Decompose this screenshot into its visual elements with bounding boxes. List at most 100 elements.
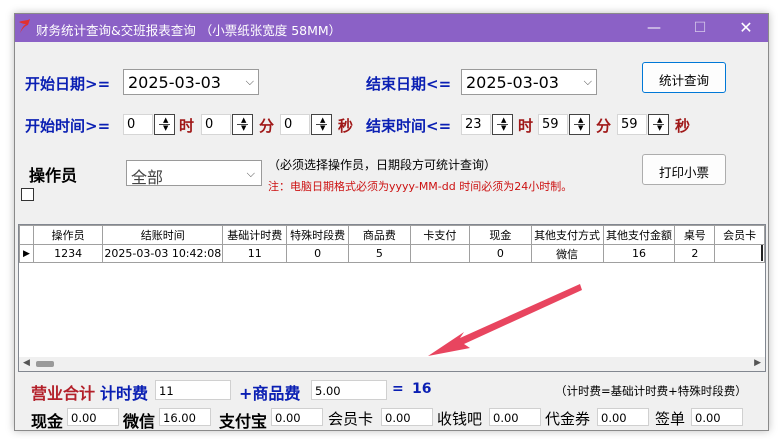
- wechat-label: 微信: [123, 412, 156, 431]
- end-hour-spinner[interactable]: ▲ ▼: [492, 114, 513, 135]
- column-header[interactable]: 结账时间: [102, 225, 224, 245]
- column-header[interactable]: 基础计时费: [222, 225, 288, 245]
- alipay-label: 支付宝: [219, 412, 268, 431]
- table-cell[interactable]: 1234: [32, 244, 104, 263]
- end-hour-input[interactable]: 23: [461, 114, 491, 135]
- column-header[interactable]: 其他支付方式: [530, 225, 604, 245]
- start-date-picker[interactable]: 2025-03-03 ⌵: [123, 69, 259, 95]
- shouqianba-field[interactable]: 0.00: [489, 408, 541, 426]
- table-cell[interactable]: 5: [348, 244, 411, 263]
- maximize-button[interactable]: ☐: [677, 14, 723, 42]
- end-minute-spinner[interactable]: ▲ ▼: [569, 114, 590, 135]
- query-button[interactable]: 统计查询: [642, 62, 726, 93]
- scroll-thumb[interactable]: [36, 361, 54, 367]
- start-date-value: 2025-03-03: [128, 73, 221, 92]
- alipay-field[interactable]: 0.00: [271, 408, 323, 426]
- chevron-down-icon: ⌵: [246, 167, 255, 180]
- column-header[interactable]: 操作员: [32, 225, 104, 245]
- column-header[interactable]: 会员卡: [714, 225, 765, 245]
- end-date-value: 2025-03-03: [466, 73, 559, 92]
- client-area: 开始日期>= 2025-03-03 ⌵ 结束日期<= 2025-03-03 ⌵ …: [15, 42, 768, 431]
- second-unit: 秒: [675, 117, 691, 135]
- chevron-down-icon: ⌵: [245, 75, 254, 88]
- column-header[interactable]: 桌号: [674, 225, 716, 245]
- wechat-field[interactable]: 16.00: [159, 408, 211, 426]
- goods-fee-field[interactable]: 5.00: [311, 380, 387, 400]
- table-cell[interactable]: [714, 244, 765, 263]
- annotation-arrow-icon: [428, 284, 582, 356]
- report-window: 财务统计查询&交班报表查询 （小票纸张宽度 58MM） — ☐ ✕ 开始日期>=…: [14, 13, 769, 431]
- operator-label: 操作员: [29, 166, 78, 185]
- credit-sign-label: 签单: [655, 410, 686, 428]
- table-cell[interactable]: 微信: [530, 244, 604, 263]
- total-value: 16: [412, 381, 432, 397]
- start-hour-input[interactable]: 0: [123, 114, 153, 135]
- table-header-row: 操作员 结账时间 基础计时费 特殊时段费 商品费 卡支付 现金 其他支付方式 其…: [19, 225, 765, 245]
- table-cell[interactable]: 0: [469, 244, 532, 263]
- column-header[interactable]: 特殊时段费: [286, 225, 350, 245]
- horizontal-scrollbar[interactable]: ◀ ▶: [19, 357, 765, 371]
- start-minute-spinner[interactable]: ▲ ▼: [232, 114, 253, 135]
- table-row[interactable]: ▶ 1234 2025-03-03 10:42:08 11 0 5 0 微信 1…: [19, 244, 765, 263]
- start-minute-input[interactable]: 0: [201, 114, 231, 135]
- scroll-right-icon[interactable]: ▶: [754, 358, 761, 368]
- end-time-label: 结束时间<=: [366, 117, 452, 135]
- records-table: 操作员 结账时间 基础计时费 特殊时段费 商品费 卡支付 现金 其他支付方式 其…: [19, 225, 765, 263]
- total-label: 营业合计: [31, 384, 96, 403]
- chevron-down-icon: ⌵: [583, 75, 592, 88]
- scroll-left-icon[interactable]: ◀: [23, 358, 30, 368]
- hour-unit: 时: [518, 117, 534, 135]
- records-grid[interactable]: 操作员 结账时间 基础计时费 特殊时段费 商品费 卡支付 现金 其他支付方式 其…: [18, 224, 766, 372]
- minute-unit: 分: [259, 117, 275, 135]
- end-minute-input[interactable]: 59: [538, 114, 568, 135]
- hour-unit: 时: [179, 117, 195, 135]
- window-title: 财务统计查询&交班报表查询 （小票纸张宽度 58MM）: [36, 23, 342, 38]
- title-bar[interactable]: 财务统计查询&交班报表查询 （小票纸张宽度 58MM） — ☐ ✕: [15, 14, 768, 42]
- column-header[interactable]: 卡支付: [409, 225, 471, 245]
- shouqianba-label: 收钱吧: [437, 410, 483, 428]
- operator-select[interactable]: 全部 ⌵: [126, 160, 262, 187]
- date-format-note: 注：电脑日期格式必须为yyyy-MM-dd 时间必须为24小时制。: [268, 180, 573, 193]
- close-button[interactable]: ✕: [723, 14, 768, 42]
- print-receipt-button[interactable]: 打印小票: [642, 154, 726, 185]
- app-logo-icon: [19, 19, 30, 33]
- end-date-picker[interactable]: 2025-03-03 ⌵: [461, 69, 597, 95]
- row-header-corner: [19, 225, 34, 245]
- column-header[interactable]: 现金: [469, 225, 532, 245]
- start-second-input[interactable]: 0: [280, 114, 310, 135]
- table-cell[interactable]: 2: [674, 244, 716, 263]
- operator-note: （必须选择操作员，日期段方可统计查询）: [268, 158, 497, 172]
- goods-fee-label: +商品费: [239, 384, 301, 403]
- table-cell[interactable]: 16: [602, 244, 676, 263]
- second-unit: 秒: [338, 117, 354, 135]
- end-second-spinner[interactable]: ▲ ▼: [648, 114, 669, 135]
- vertical-scroll-indicator[interactable]: [761, 245, 763, 261]
- column-header[interactable]: 其他支付金额: [602, 225, 676, 245]
- credit-sign-field[interactable]: 0.00: [691, 408, 743, 426]
- option-checkbox[interactable]: [21, 188, 34, 201]
- timing-fee-field[interactable]: 11: [155, 380, 231, 400]
- column-header[interactable]: 商品费: [348, 225, 411, 245]
- member-card-field[interactable]: 0.00: [381, 408, 433, 426]
- voucher-field[interactable]: 0.00: [597, 408, 649, 426]
- end-second-input[interactable]: 59: [617, 114, 647, 135]
- formula-note: （计时费=基础计时费+特殊时段费）: [555, 384, 747, 398]
- start-time-label: 开始时间>=: [25, 117, 111, 135]
- cash-field[interactable]: 0.00: [67, 408, 119, 426]
- table-cell[interactable]: 0: [286, 244, 350, 263]
- start-hour-spinner[interactable]: ▲ ▼: [154, 114, 175, 135]
- operator-value: 全部: [131, 168, 164, 187]
- equals-sign: =: [392, 381, 404, 397]
- start-second-spinner[interactable]: ▲ ▼: [311, 114, 332, 135]
- table-cell[interactable]: 11: [222, 244, 288, 263]
- member-card-label: 会员卡: [328, 410, 374, 428]
- start-date-label: 开始日期>=: [25, 75, 111, 93]
- table-cell[interactable]: [409, 244, 471, 263]
- end-date-label: 结束日期<=: [366, 75, 452, 93]
- table-cell[interactable]: 2025-03-03 10:42:08: [102, 244, 224, 263]
- row-selected-icon: ▶: [19, 244, 34, 263]
- timing-fee-label: 计时费: [100, 384, 149, 403]
- minute-unit: 分: [596, 117, 612, 135]
- minimize-button[interactable]: —: [631, 14, 677, 42]
- voucher-label: 代金券: [545, 410, 591, 428]
